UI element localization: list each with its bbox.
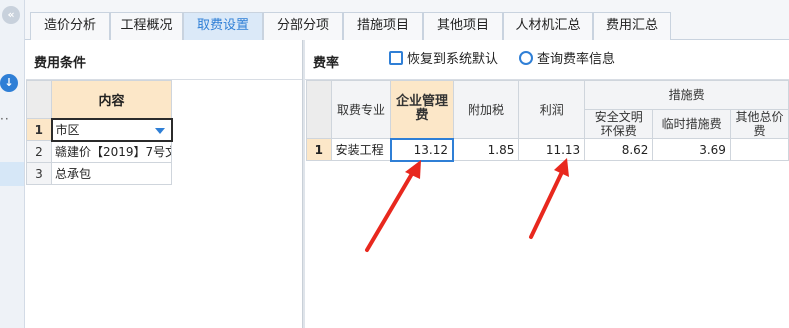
- fee-rate-table: 取费专业 企业管理费 附加税 利润 措施费 安全文明环保费 临时措施费 其他总价…: [306, 80, 789, 162]
- safety-fee-header: 安全文明环保费: [584, 109, 654, 139]
- tab-bar: 造价分析 工程概况 取费设置 分部分项 措施项目 其他项目 人材机汇总 费用汇总: [25, 0, 789, 40]
- specialty-cell[interactable]: 安装工程: [330, 138, 392, 161]
- measures-fee-header: 措施费: [584, 80, 789, 110]
- tab-cost-summary[interactable]: 费用汇总: [593, 12, 671, 40]
- table-row[interactable]: 1 市区: [26, 117, 173, 142]
- tab-cost-analysis[interactable]: 造价分析: [30, 12, 110, 40]
- tab-other-items[interactable]: 其他项目: [423, 12, 503, 40]
- download-icon[interactable]: ↓: [0, 74, 18, 92]
- surtax-cell[interactable]: 1.85: [452, 138, 520, 161]
- surtax-header: 附加税: [452, 80, 520, 139]
- temporary-fee-header: 临时措施费: [652, 109, 731, 139]
- row-index: 1: [26, 118, 52, 141]
- table-row[interactable]: 2 赣建价【2019】7号文: [26, 140, 172, 163]
- restore-label: 恢复到系统默认: [407, 52, 499, 67]
- query-rate-button[interactable]: 查询费率信息: [519, 51, 615, 69]
- restore-default-button[interactable]: 恢复到系统默认: [389, 51, 498, 69]
- table-corner: [26, 80, 52, 119]
- table-row[interactable]: 3 总承包: [26, 162, 172, 185]
- profit-cell[interactable]: 11.13: [518, 138, 586, 161]
- region-value: 市区: [55, 123, 80, 137]
- management-fee-cell[interactable]: 13.12: [389, 137, 455, 162]
- collapse-icon[interactable]: «: [2, 6, 20, 24]
- arrow-to-management-fee-icon: [365, 160, 421, 252]
- row-index: 1: [306, 138, 332, 161]
- temporary-fee-cell[interactable]: 3.69: [652, 138, 731, 161]
- tab-labor-material-summary[interactable]: 人材机汇总: [503, 12, 593, 40]
- restore-icon: [389, 51, 403, 65]
- tab-project-overview[interactable]: 工程概况: [110, 12, 183, 40]
- price-document-cell[interactable]: 赣建价【2019】7号文: [51, 140, 172, 163]
- other-total-fee-header: 其他总价费: [729, 109, 789, 139]
- row-index: 2: [26, 140, 52, 163]
- search-icon: [519, 51, 533, 65]
- fee-rate-header: 费率 恢复到系统默认 查询费率信息: [305, 40, 789, 80]
- tab-sub-items[interactable]: 分部分项: [263, 12, 343, 40]
- left-strip: « ↓ ··: [0, 0, 25, 328]
- fee-conditions-title: 费用条件: [34, 56, 87, 71]
- more-icon[interactable]: ··: [0, 112, 18, 126]
- profit-header: 利润: [518, 80, 586, 139]
- other-total-fee-cell[interactable]: [729, 138, 789, 161]
- app-window: « ↓ ·· 造价分析 工程概况 取费设置 分部分项 措施项目 其他项目 人材机…: [0, 0, 789, 328]
- safety-fee-cell[interactable]: 8.62: [584, 138, 654, 161]
- table-corner: [306, 80, 332, 139]
- chevron-down-icon[interactable]: [154, 127, 165, 134]
- strip-selection[interactable]: [0, 162, 24, 186]
- table-row[interactable]: 1 安装工程 13.12 1.85 11.13 8.62 3.69: [306, 137, 789, 162]
- region-select[interactable]: 市区: [50, 117, 173, 142]
- fee-conditions-header: 费用条件: [26, 40, 303, 80]
- row-index: 3: [26, 162, 52, 185]
- fee-rate-title: 费率: [313, 56, 340, 71]
- query-label: 查询费率信息: [537, 52, 616, 67]
- arrow-to-profit-icon: [529, 158, 569, 239]
- panel-splitter[interactable]: [302, 40, 305, 328]
- management-fee-header: 企业管理费: [390, 80, 454, 139]
- tab-fee-settings[interactable]: 取费设置: [183, 12, 263, 40]
- contract-type-cell[interactable]: 总承包: [51, 162, 172, 185]
- tab-measures[interactable]: 措施项目: [343, 12, 423, 40]
- content-column-header: 内容: [51, 80, 172, 119]
- specialty-header: 取费专业: [330, 80, 392, 139]
- fee-conditions-table: 内容 1 市区 2 赣建价【2019】7号文 3 总承包: [26, 80, 173, 185]
